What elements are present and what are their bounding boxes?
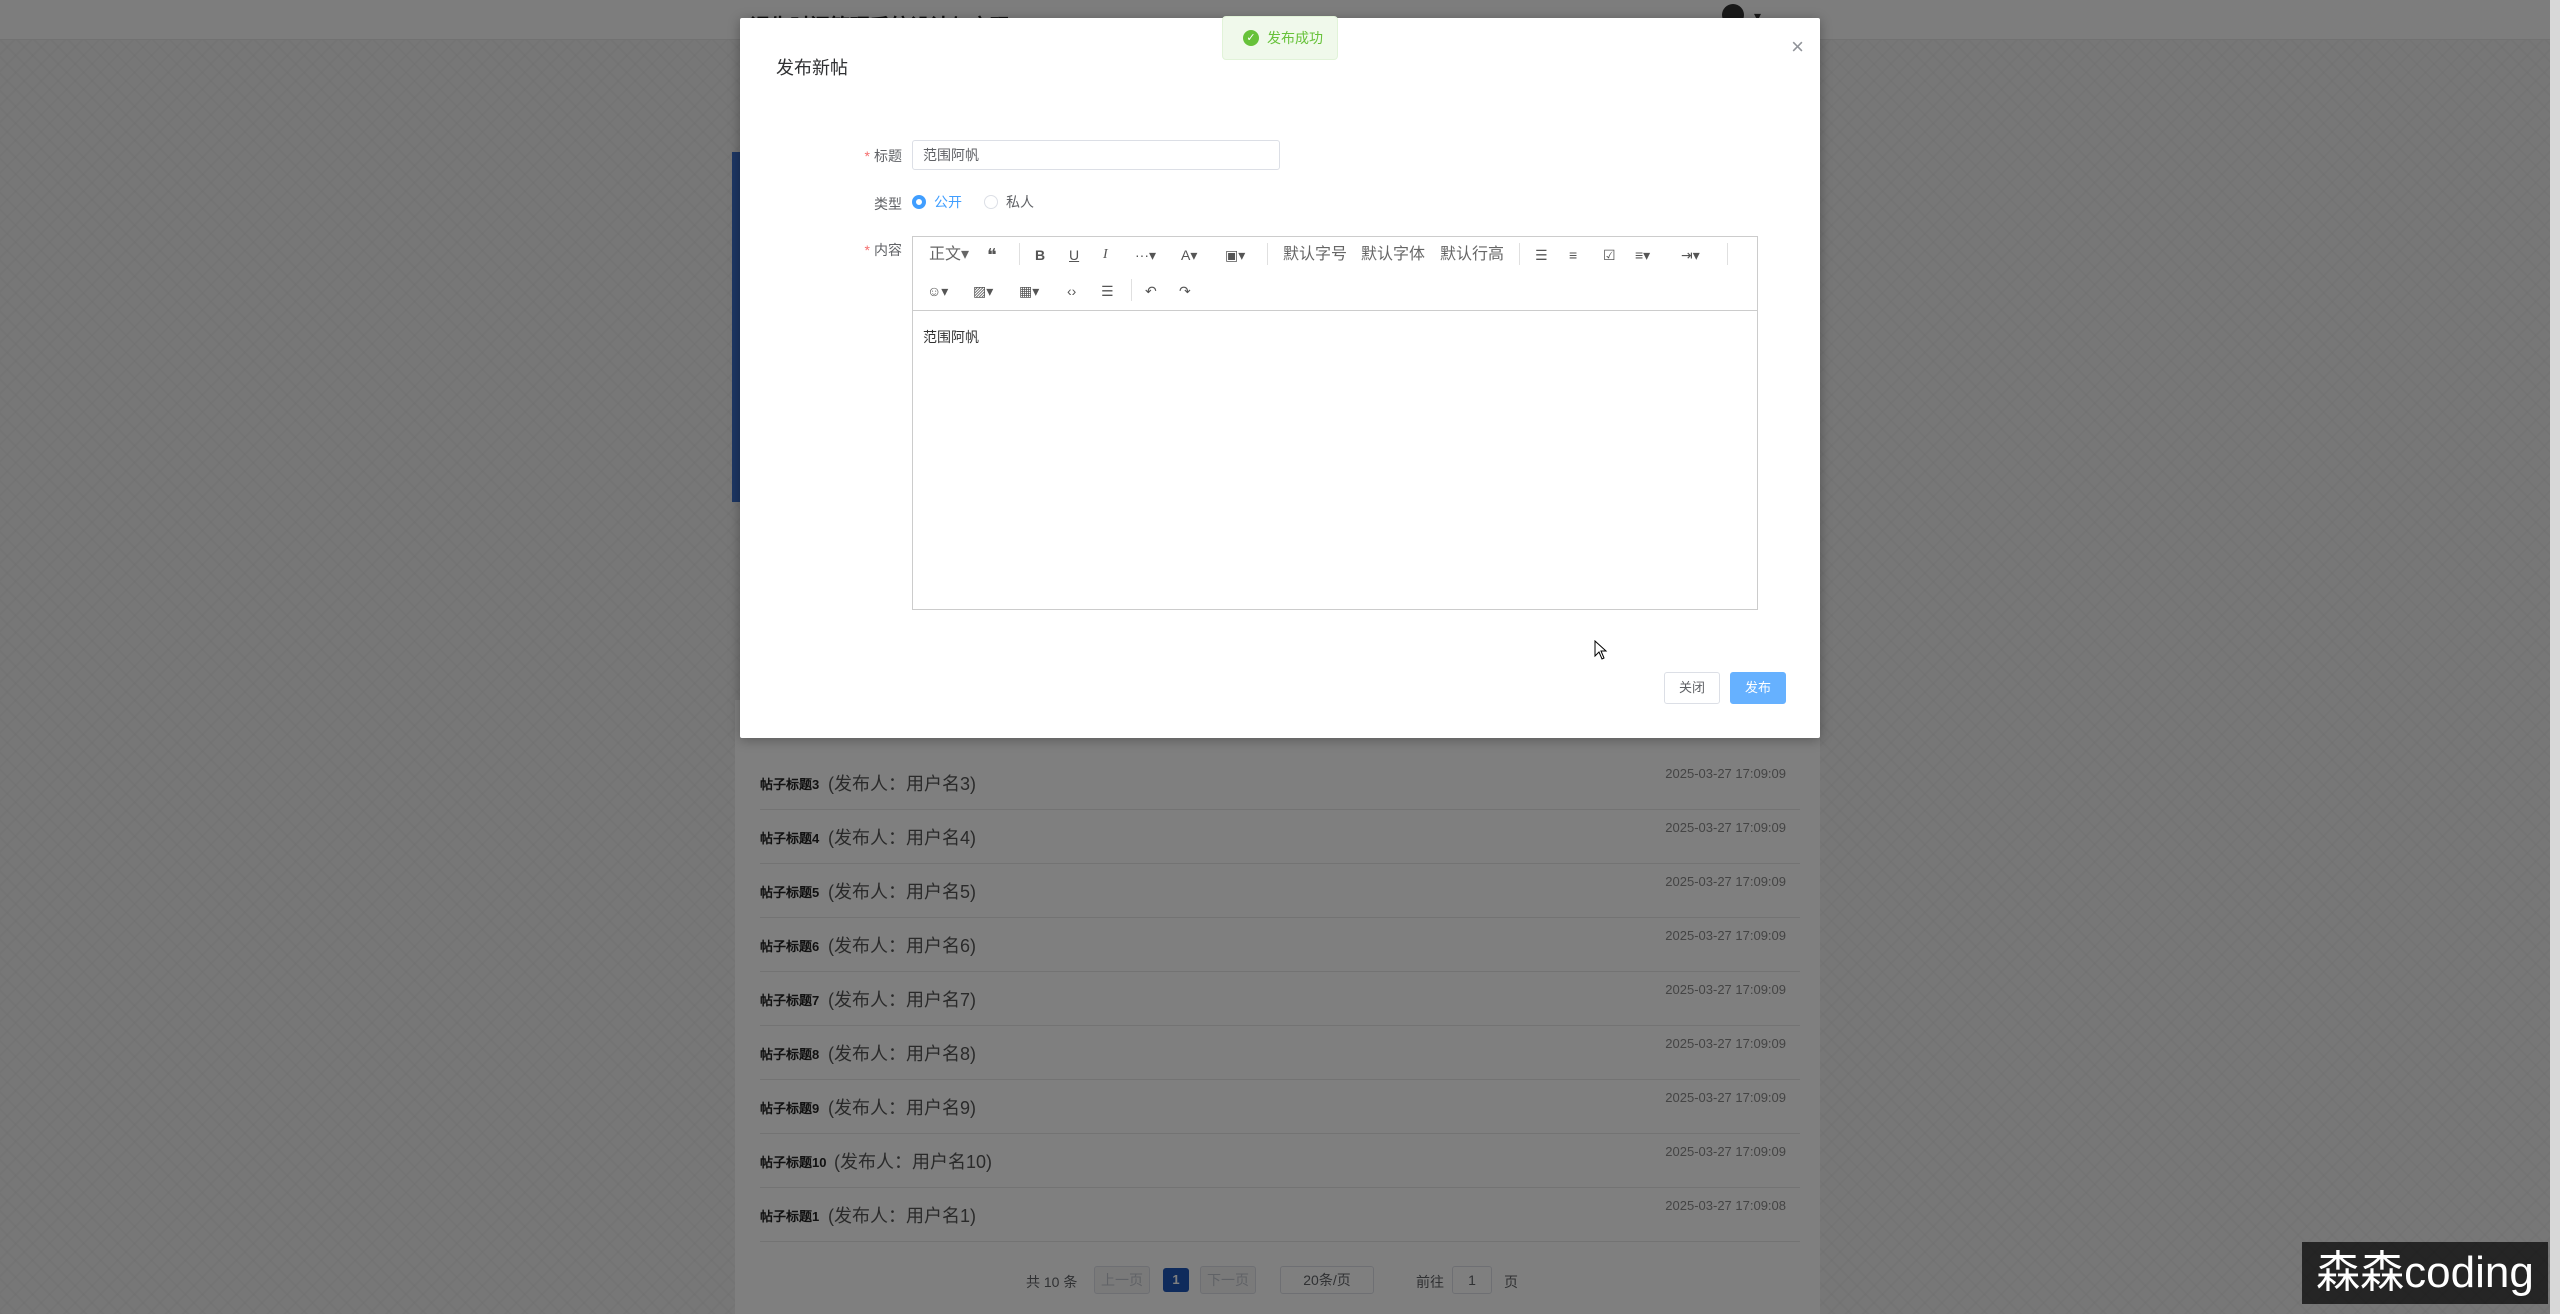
- mouse-cursor-icon: [1594, 640, 1608, 660]
- content-label: * 内容: [864, 242, 902, 258]
- font-family-select[interactable]: 默认字体: [1361, 245, 1425, 265]
- code-icon[interactable]: ‹›: [1067, 281, 1076, 301]
- justify-icon[interactable]: ≡▾: [1635, 245, 1650, 265]
- new-post-dialog: 发布新帖 × * 标题 范围阿帆 类型 公开 私人 * 内容 正文▾ ❝ B U I…: [740, 18, 1820, 738]
- watermark: 森森coding: [2302, 1242, 2548, 1304]
- required-mark: *: [864, 148, 870, 164]
- bold-icon[interactable]: B: [1035, 245, 1045, 265]
- toolbar-divider: [1019, 243, 1020, 265]
- type-radio-private[interactable]: 私人: [984, 192, 1034, 212]
- numbered-list-icon[interactable]: ≡: [1569, 245, 1577, 265]
- italic-icon[interactable]: I: [1103, 245, 1108, 265]
- toolbar-divider: [1727, 243, 1728, 265]
- more-icon[interactable]: ···▾: [1135, 245, 1156, 265]
- type-radio-public[interactable]: 公开: [912, 192, 962, 212]
- toolbar-divider: [1267, 243, 1268, 265]
- undo-icon[interactable]: ↶: [1145, 281, 1157, 301]
- image-icon[interactable]: ▨▾: [973, 281, 993, 301]
- title-label: * 标题: [864, 148, 902, 164]
- close-icon[interactable]: ×: [1791, 34, 1804, 60]
- dialog-title: 发布新帖: [776, 58, 848, 78]
- toast-message: 发布成功: [1267, 30, 1323, 46]
- table-icon[interactable]: ▦▾: [1019, 281, 1039, 301]
- indent-icon[interactable]: ⇥▾: [1681, 245, 1700, 265]
- emoji-icon[interactable]: ☺▾: [927, 281, 948, 301]
- editor-content[interactable]: 范围阿帆: [923, 327, 979, 347]
- editor-toolbar: 正文▾ ❝ B U I ···▾ A▾ ▣▾ 默认字号 默认字体 默认行高 ☰ …: [913, 237, 1757, 311]
- publish-button[interactable]: 发布: [1730, 672, 1786, 704]
- toolbar-divider: [1519, 243, 1520, 265]
- radio-checked-icon: [912, 195, 926, 209]
- todo-icon[interactable]: ☑: [1603, 245, 1616, 265]
- type-label: 类型: [874, 196, 902, 212]
- quote-icon[interactable]: ❝: [987, 245, 997, 265]
- rich-text-editor[interactable]: 正文▾ ❝ B U I ···▾ A▾ ▣▾ 默认字号 默认字体 默认行高 ☰ …: [912, 236, 1758, 610]
- font-color-icon[interactable]: A▾: [1181, 245, 1197, 265]
- bulleted-list-icon[interactable]: ☰: [1535, 245, 1548, 265]
- radio-unchecked-icon: [984, 195, 998, 209]
- redo-icon[interactable]: ↷: [1179, 281, 1191, 301]
- line-height-select[interactable]: 默认行高: [1440, 245, 1504, 265]
- close-button[interactable]: 关闭: [1664, 672, 1720, 704]
- title-input[interactable]: 范围阿帆: [912, 140, 1280, 170]
- paragraph-select[interactable]: 正文▾: [929, 245, 969, 265]
- font-size-select[interactable]: 默认字号: [1283, 245, 1347, 265]
- scrollbar-track[interactable]: [2550, 0, 2560, 1314]
- divider-icon[interactable]: ☰: [1101, 281, 1114, 301]
- toolbar-divider: [1131, 279, 1132, 301]
- success-toast: ✓ 发布成功: [1222, 16, 1338, 60]
- background-color-icon[interactable]: ▣▾: [1225, 245, 1245, 265]
- underline-icon[interactable]: U: [1069, 245, 1079, 265]
- required-mark: *: [864, 242, 870, 258]
- check-circle-icon: ✓: [1243, 30, 1259, 46]
